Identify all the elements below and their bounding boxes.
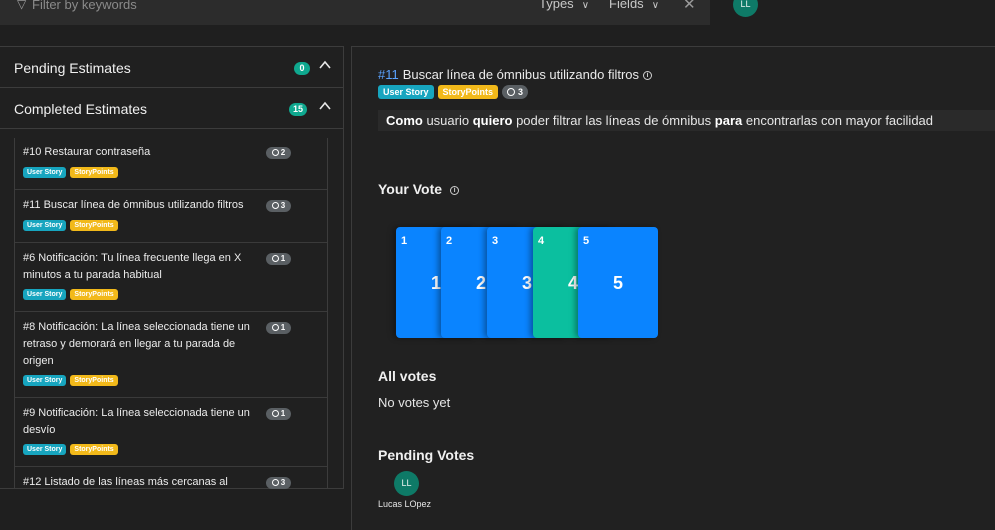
pending-estimates-label: Pending Estimates <box>14 60 131 76</box>
estimate-badge: 1 <box>266 322 291 334</box>
fields-dropdown[interactable]: Fields ∨ <box>609 0 659 11</box>
completed-estimates-header[interactable]: Completed Estimates 15 <box>0 88 343 129</box>
user-story-tag: User Story <box>23 444 67 455</box>
story-points-tag: StoryPoints <box>70 375 118 386</box>
story-points-tag: StoryPoints <box>70 220 118 231</box>
chevron-up-icon[interactable] <box>318 99 332 113</box>
user-story-tag: User Story <box>23 167 67 178</box>
avatar[interactable]: LL <box>733 0 758 17</box>
chevron-down-icon: ∨ <box>581 0 590 11</box>
pending-count-badge: 0 <box>294 62 310 75</box>
user-story-tag: User Story <box>23 220 67 231</box>
work-item-title-text: Buscar línea de ómnibus utilizando filtr… <box>402 67 640 82</box>
work-item-title: #11 Buscar línea de ómnibus utilizando fi… <box>378 67 653 82</box>
clock-icon <box>507 88 516 96</box>
story-points-tag: StoryPoints <box>70 167 118 178</box>
types-label: Types <box>539 0 574 11</box>
close-icon[interactable]: ✕ <box>683 0 696 13</box>
pending-voter-name: Lucas LOpez <box>378 499 432 509</box>
completed-estimates-label: Completed Estimates <box>14 101 148 117</box>
list-item[interactable]: #8 Notificación: La línea seleccionada t… <box>15 312 327 398</box>
list-item[interactable]: #9 Notificación: La línea seleccionada t… <box>15 398 327 467</box>
item-title: #6 Notificación: Tu línea frecuente lleg… <box>23 252 242 281</box>
completed-count-badge: 15 <box>289 103 308 116</box>
no-votes-text: No votes yet <box>378 395 451 410</box>
vote-card-deck: 11 22 33 44 55 <box>396 227 676 339</box>
estimates-panel: Pending Estimates 0 Completed Estimates … <box>0 46 344 489</box>
story-points-tag: StoryPoints <box>70 289 118 300</box>
chevron-down-icon: ∨ <box>651 0 660 11</box>
estimate-badge: 2 <box>266 147 291 159</box>
item-title: #12 Listado de las líneas más cercanas a… <box>23 476 228 488</box>
info-icon[interactable]: i <box>450 186 460 195</box>
work-item-link[interactable]: #11 <box>378 67 399 82</box>
vote-card-5[interactable]: 55 <box>578 227 658 338</box>
pending-estimates-header[interactable]: Pending Estimates 0 <box>0 47 343 88</box>
clock-icon <box>271 479 279 486</box>
item-title: #10 Restaurar contraseña <box>23 146 151 158</box>
chevron-up-icon[interactable] <box>318 58 332 72</box>
estimate-badge: 3 <box>266 200 291 212</box>
list-item[interactable]: #10 Restaurar contraseña User Story Story… <box>15 138 327 190</box>
work-item-panel: #11 Buscar línea de ómnibus utilizando fi… <box>351 46 995 530</box>
completed-estimates-list[interactable]: #10 Restaurar contraseña User Story Story… <box>14 138 328 489</box>
list-item[interactable]: #11 Buscar línea de ómnibus utilizando f… <box>15 190 327 243</box>
estimate-badge: 3 <box>502 85 529 99</box>
user-story-description: Como usuario quiero poder filtrar las lí… <box>378 110 995 131</box>
pending-votes-heading: Pending Votes <box>378 447 475 463</box>
filter-icon: ▽ <box>17 0 27 11</box>
clock-icon <box>271 149 279 156</box>
clock-icon <box>271 202 279 209</box>
user-story-tag: User Story <box>378 85 434 99</box>
clock-icon <box>271 324 279 331</box>
your-vote-heading: Your Vote i <box>378 181 460 197</box>
filter-bar: ▽ Filter by keywords Types ∨ Fields ∨ ✕ <box>0 0 710 25</box>
item-title: #11 Buscar línea de ómnibus utilizando f… <box>23 199 244 211</box>
user-story-tag: User Story <box>23 289 67 300</box>
story-points-tag: StoryPoints <box>437 85 499 99</box>
estimate-badge: 3 <box>266 477 291 489</box>
user-story-tag: User Story <box>23 375 67 386</box>
avatar: LL <box>394 471 419 496</box>
estimate-badge: 1 <box>266 408 291 420</box>
all-votes-heading: All votes <box>378 368 437 384</box>
work-item-tags: User Story StoryPoints 3 <box>378 83 529 99</box>
item-title: #9 Notificación: La línea seleccionada t… <box>23 407 250 436</box>
story-points-tag: StoryPoints <box>70 444 118 455</box>
list-item[interactable]: #6 Notificación: Tu línea frecuente lleg… <box>15 243 327 312</box>
fields-label: Fields <box>609 0 644 11</box>
estimate-badge: 1 <box>266 253 291 265</box>
types-dropdown[interactable]: Types ∨ <box>539 0 589 11</box>
info-icon[interactable]: i <box>643 71 653 80</box>
item-title: #8 Notificación: La línea seleccionada t… <box>23 321 250 367</box>
clock-icon <box>271 410 279 417</box>
list-item[interactable]: #12 Listado de las líneas más cercanas a… <box>15 467 327 489</box>
filter-input[interactable]: Filter by keywords <box>32 0 137 12</box>
clock-icon <box>271 255 279 262</box>
